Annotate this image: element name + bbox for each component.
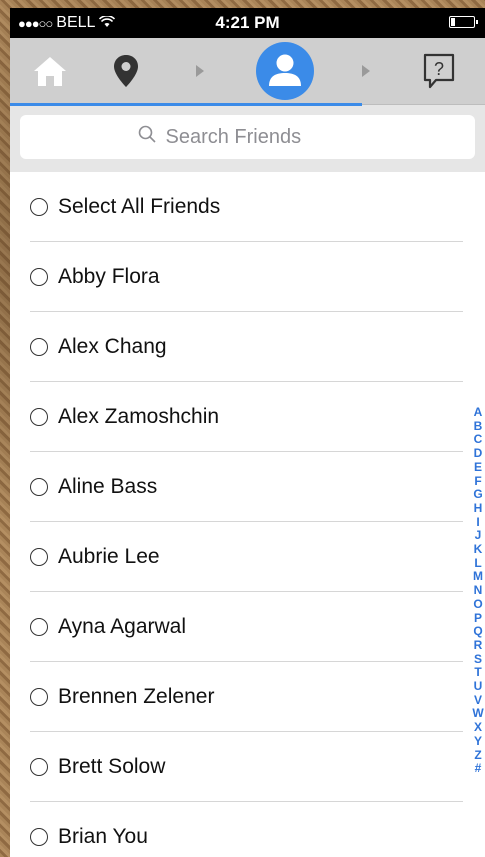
svg-text:?: ? — [434, 59, 444, 79]
wifi-icon — [99, 15, 116, 31]
index-letter[interactable]: R — [474, 638, 483, 653]
radio-button[interactable] — [30, 687, 48, 706]
radio-button[interactable] — [30, 267, 48, 286]
friend-name: Brian You — [58, 824, 148, 848]
index-letter[interactable]: L — [474, 556, 481, 571]
search-area — [10, 105, 485, 172]
friend-name: Aubrie Lee — [58, 544, 160, 568]
select-all-row[interactable]: Select All Friends — [30, 172, 463, 242]
index-letter[interactable]: N — [474, 583, 483, 598]
radio-button[interactable] — [30, 407, 48, 426]
index-letter[interactable]: V — [474, 693, 482, 708]
home-button[interactable] — [26, 38, 74, 104]
index-letter[interactable]: O — [473, 597, 482, 612]
index-letter[interactable]: H — [474, 501, 483, 516]
carrier-label: BELL — [56, 14, 96, 31]
friend-name: Abby Flora — [58, 264, 160, 288]
index-letter[interactable]: F — [474, 474, 481, 489]
index-letter[interactable]: T — [474, 666, 481, 680]
friend-row[interactable]: Abby Flora — [30, 242, 463, 312]
index-letter[interactable]: K — [474, 542, 483, 557]
alphabet-index[interactable]: A B C D E F G H I J K L M N O P Q R S T U V W X Y Z # — [471, 405, 485, 776]
help-icon: ? — [423, 53, 455, 89]
friend-row[interactable]: Brett Solow — [30, 732, 463, 802]
radio-button[interactable] — [30, 197, 48, 216]
progress-bar — [10, 103, 362, 106]
battery-icon — [449, 16, 478, 28]
signal-indicator: ●●●○○ — [18, 15, 53, 31]
friend-name: Alex Zamoshchin — [58, 404, 220, 428]
radio-button[interactable] — [30, 757, 48, 776]
index-letter[interactable]: X — [474, 720, 482, 735]
friend-name: Alex Chang — [58, 334, 167, 358]
index-letter[interactable]: W — [472, 707, 483, 721]
status-bar: ●●●○○ BELL 4:21 PM — [10, 8, 485, 38]
index-letter[interactable]: J — [475, 529, 482, 543]
index-letter[interactable]: I — [476, 515, 479, 530]
chevron-right-icon — [354, 38, 378, 104]
index-letter[interactable]: U — [474, 679, 483, 694]
index-letter[interactable]: S — [474, 652, 482, 667]
friend-name: Aline Bass — [58, 474, 158, 498]
friends-step-button[interactable] — [252, 38, 318, 104]
location-button[interactable] — [102, 38, 150, 104]
index-letter[interactable]: # — [475, 762, 482, 776]
index-letter[interactable]: B — [474, 419, 483, 434]
index-letter[interactable]: M — [473, 570, 483, 584]
index-letter[interactable]: Z — [474, 748, 481, 763]
chevron-right-icon — [188, 38, 212, 104]
index-letter[interactable]: G — [473, 488, 482, 502]
phone-screen: ●●●○○ BELL 4:21 PM ? Search Friends Sele… — [10, 8, 485, 857]
search-icon — [138, 125, 156, 149]
friend-row[interactable]: Brian You — [30, 802, 463, 857]
index-letter[interactable]: Y — [474, 734, 482, 749]
index-letter[interactable]: A — [474, 405, 483, 420]
friend-row[interactable]: Aline Bass — [30, 452, 463, 522]
friend-name: Brett Solow — [58, 754, 166, 778]
radio-button[interactable] — [30, 617, 48, 636]
friend-name: Ayna Agarwal — [58, 614, 187, 638]
friend-row[interactable]: Ayna Agarwal — [30, 592, 463, 662]
radio-button[interactable] — [30, 477, 48, 496]
friend-row[interactable]: Aubrie Lee — [30, 522, 463, 592]
search-input[interactable] — [163, 124, 358, 150]
friend-name: Brennen Zelener — [58, 684, 215, 708]
friends-list: Select All Friends Abby Flora Alex Chang… — [10, 172, 485, 857]
radio-button[interactable] — [30, 827, 48, 846]
index-letter[interactable]: D — [474, 446, 483, 461]
map-pin-icon — [114, 55, 138, 87]
radio-button[interactable] — [30, 547, 48, 566]
user-icon — [256, 42, 314, 100]
friend-row[interactable]: Alex Chang — [30, 312, 463, 382]
index-letter[interactable]: E — [474, 460, 482, 475]
radio-button[interactable] — [30, 337, 48, 356]
index-letter[interactable]: C — [474, 433, 483, 447]
index-letter[interactable]: Q — [473, 625, 482, 639]
home-icon — [34, 57, 66, 86]
help-button[interactable]: ? — [415, 38, 463, 104]
index-letter[interactable]: P — [474, 611, 482, 626]
select-all-label: Select All Friends — [58, 194, 221, 218]
step-navigation: ? — [10, 38, 485, 106]
friend-row[interactable]: Brennen Zelener — [30, 662, 463, 732]
search-box[interactable] — [20, 115, 475, 159]
friend-row[interactable]: Alex Zamoshchin — [30, 382, 463, 452]
